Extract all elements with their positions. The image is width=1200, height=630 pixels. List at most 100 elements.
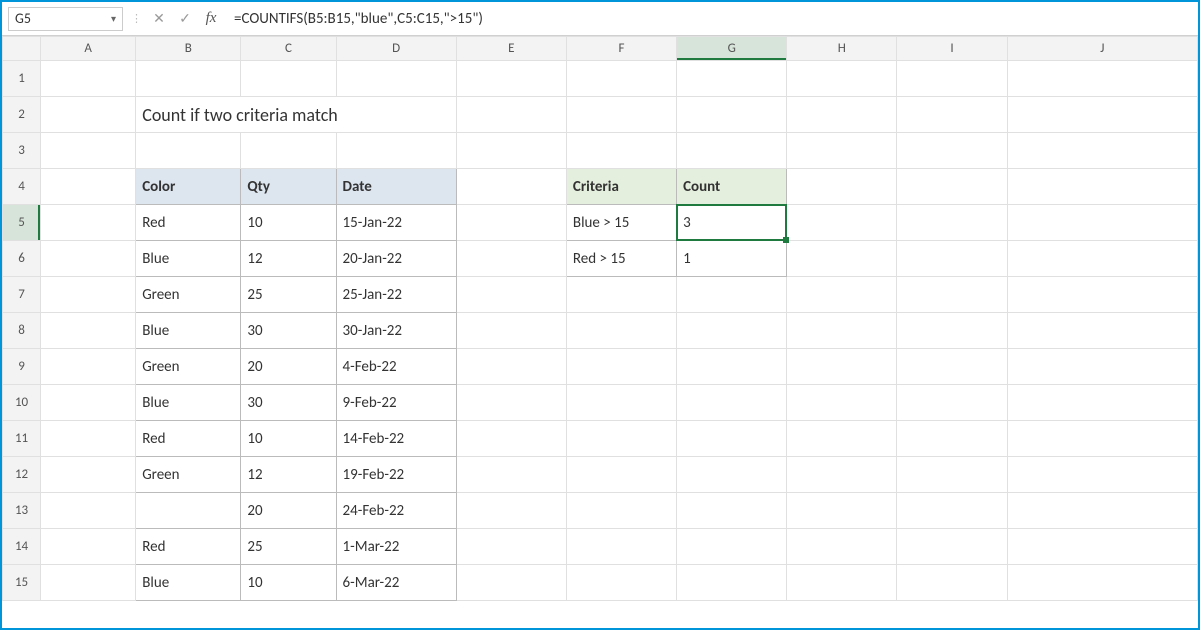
col-header[interactable]: C — [241, 37, 336, 61]
table1-header-qty[interactable]: Qty — [241, 169, 336, 205]
row-header[interactable]: 14 — [3, 529, 41, 565]
cell[interactable] — [787, 385, 897, 421]
cell[interactable]: 10 — [241, 421, 336, 457]
cell[interactable] — [456, 457, 566, 493]
cell[interactable] — [677, 97, 787, 133]
formula-input[interactable]: =COUNTIFS(B5:B15,"blue",C5:C15,">15") — [228, 10, 1198, 28]
cell[interactable] — [897, 241, 1007, 277]
cell[interactable]: Blue — [136, 565, 241, 601]
cell[interactable]: 25 — [241, 529, 336, 565]
cell[interactable] — [41, 241, 136, 277]
fx-icon[interactable]: fx — [202, 10, 220, 27]
cell[interactable]: Red > 15 — [566, 241, 676, 277]
cell[interactable] — [41, 421, 136, 457]
cell[interactable] — [1007, 205, 1197, 241]
cell[interactable] — [1007, 313, 1197, 349]
cell[interactable] — [456, 529, 566, 565]
cell[interactable] — [677, 493, 787, 529]
cell[interactable] — [897, 349, 1007, 385]
cell[interactable] — [456, 565, 566, 601]
cell[interactable]: Red — [136, 529, 241, 565]
col-header[interactable]: D — [336, 37, 456, 61]
cell[interactable] — [1007, 277, 1197, 313]
cell[interactable]: 25-Jan-22 — [336, 277, 456, 313]
cell[interactable]: 14-Feb-22 — [336, 421, 456, 457]
cell[interactable] — [456, 61, 566, 97]
row-header[interactable]: 4 — [3, 169, 41, 205]
worksheet-grid[interactable]: A B C D E F G H I J 1 2 Count if t — [2, 36, 1198, 628]
cell[interactable] — [1007, 241, 1197, 277]
col-header[interactable]: E — [456, 37, 566, 61]
cell[interactable] — [41, 277, 136, 313]
cell[interactable] — [787, 565, 897, 601]
cell[interactable] — [456, 205, 566, 241]
cell[interactable] — [1007, 133, 1197, 169]
cell[interactable] — [566, 313, 676, 349]
cell[interactable] — [897, 277, 1007, 313]
cell[interactable] — [456, 385, 566, 421]
cell[interactable] — [1007, 421, 1197, 457]
row-header[interactable]: 3 — [3, 133, 41, 169]
cell[interactable] — [897, 313, 1007, 349]
cell[interactable]: 10 — [241, 205, 336, 241]
cell[interactable] — [897, 169, 1007, 205]
cell[interactable] — [897, 457, 1007, 493]
row-header[interactable]: 13 — [3, 493, 41, 529]
cell[interactable] — [566, 385, 676, 421]
col-header[interactable]: A — [41, 37, 136, 61]
cell[interactable] — [41, 493, 136, 529]
cell[interactable]: Blue — [136, 385, 241, 421]
cell[interactable] — [456, 133, 566, 169]
col-header[interactable]: F — [566, 37, 676, 61]
cell[interactable] — [677, 385, 787, 421]
cell[interactable]: 15-Jan-22 — [336, 205, 456, 241]
cell[interactable] — [787, 277, 897, 313]
row-header[interactable]: 5 — [3, 205, 41, 241]
row-header[interactable]: 2 — [3, 97, 41, 133]
cell[interactable] — [677, 421, 787, 457]
cell[interactable] — [241, 133, 336, 169]
cell[interactable] — [41, 529, 136, 565]
cell[interactable]: Blue > 15 — [566, 205, 676, 241]
cell[interactable] — [677, 313, 787, 349]
cell[interactable] — [336, 61, 456, 97]
cell[interactable] — [41, 133, 136, 169]
cell[interactable] — [677, 565, 787, 601]
cell[interactable] — [41, 565, 136, 601]
cell[interactable] — [456, 169, 566, 205]
cell[interactable]: 12 — [241, 457, 336, 493]
cell[interactable]: 30 — [241, 313, 336, 349]
cell[interactable] — [456, 241, 566, 277]
cell[interactable] — [41, 61, 136, 97]
cell[interactable] — [566, 529, 676, 565]
cell[interactable]: Blue — [136, 313, 241, 349]
cell[interactable]: 24-Feb-22 — [336, 493, 456, 529]
table1-header-date[interactable]: Date — [336, 169, 456, 205]
cell[interactable]: 30 — [241, 385, 336, 421]
cell[interactable] — [41, 313, 136, 349]
cell[interactable] — [787, 133, 897, 169]
cell[interactable]: Green — [136, 457, 241, 493]
cell[interactable] — [787, 241, 897, 277]
chevron-down-icon[interactable]: ▾ — [111, 12, 116, 25]
cell[interactable] — [897, 133, 1007, 169]
cell[interactable]: 12 — [241, 241, 336, 277]
cell[interactable] — [1007, 349, 1197, 385]
cell[interactable] — [787, 529, 897, 565]
cell[interactable]: Blue — [136, 241, 241, 277]
cell[interactable] — [787, 313, 897, 349]
col-header[interactable]: I — [897, 37, 1007, 61]
cell[interactable]: 4-Feb-22 — [336, 349, 456, 385]
cell[interactable]: 6-Mar-22 — [336, 565, 456, 601]
row-header[interactable]: 12 — [3, 457, 41, 493]
cell[interactable] — [897, 565, 1007, 601]
cell[interactable]: 1-Mar-22 — [336, 529, 456, 565]
cell[interactable] — [1007, 457, 1197, 493]
cell[interactable]: 20 — [241, 493, 336, 529]
cell[interactable] — [241, 61, 336, 97]
cell[interactable] — [136, 61, 241, 97]
cell[interactable]: 20 — [241, 349, 336, 385]
cancel-icon[interactable]: ✕ — [150, 10, 168, 27]
cell[interactable] — [566, 457, 676, 493]
cell[interactable] — [897, 421, 1007, 457]
